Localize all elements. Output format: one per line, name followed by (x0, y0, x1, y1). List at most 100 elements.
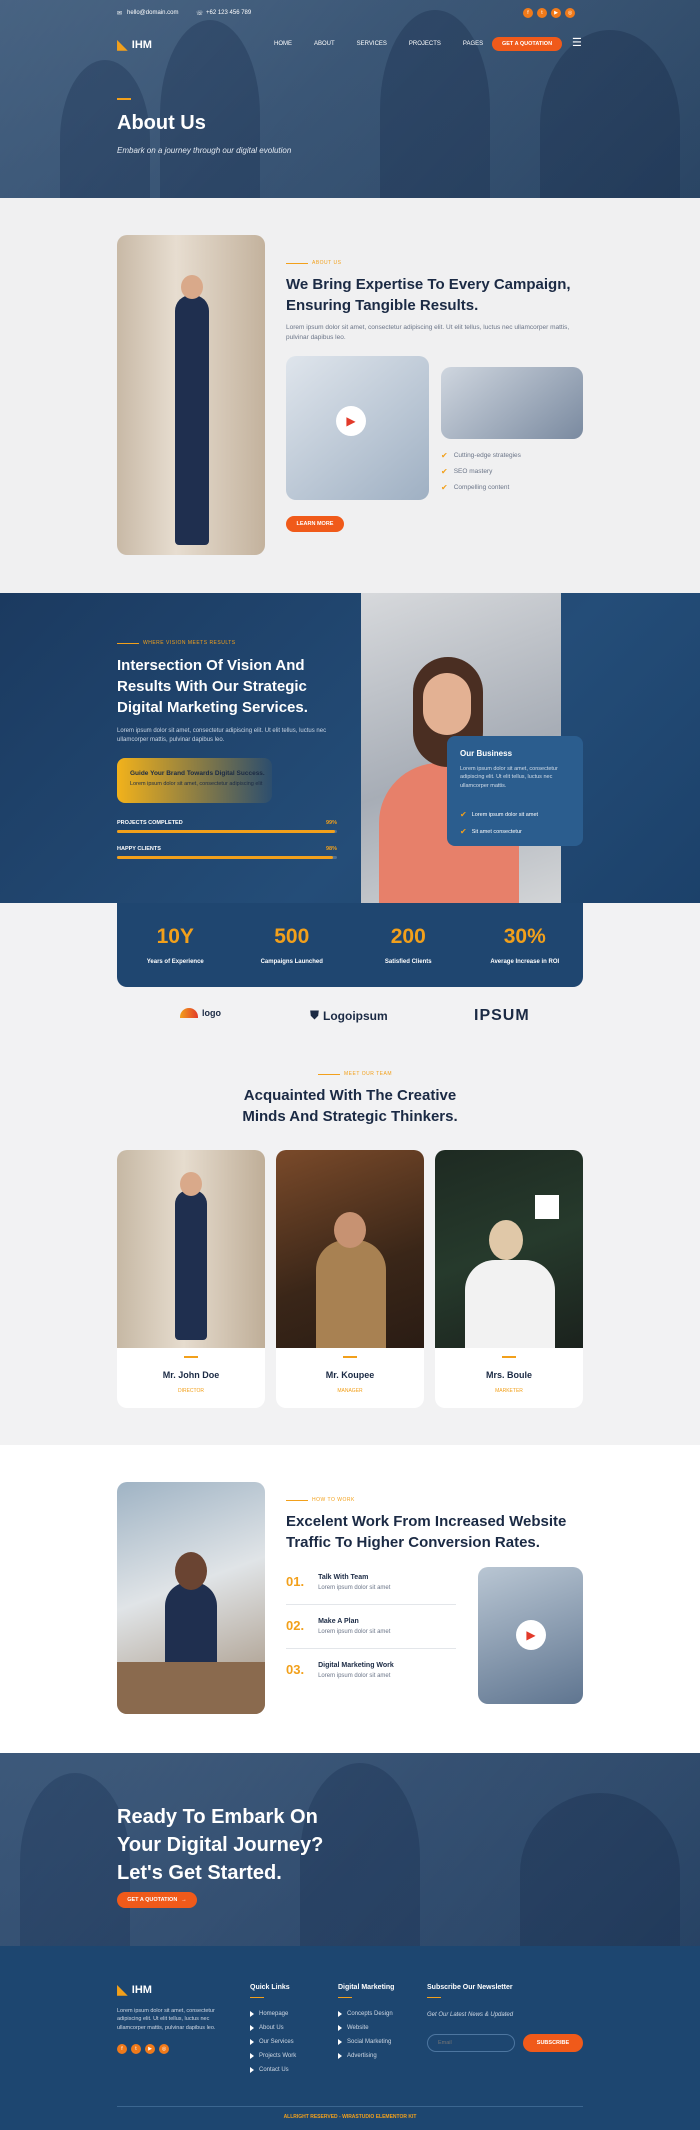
check-icon: ✔ (441, 451, 448, 460)
callout-title: Guide Your Brand Towards Digital Success… (130, 770, 265, 777)
work-step: 03. Digital Marketing Work Lorem ipsum do… (286, 1662, 394, 1679)
play-icon: ▶ (346, 414, 356, 428)
checklist-item: ✔ Cutting-edge strategies (441, 451, 521, 460)
play-icon: ▶ (526, 1628, 536, 1642)
quick-links: Homepage About Us Our Services Projects … (250, 2011, 296, 2073)
copyright: ALLRIGHT RESERVED - WIRASTUDIO ELEMENTOR… (283, 2114, 417, 2120)
video-play-button[interactable]: ▶ (516, 1620, 546, 1650)
footer-link[interactable]: Contact Us (250, 2067, 296, 2073)
progress-clients: HAPPY CLIENTS 98% (117, 846, 337, 859)
main-nav: HOME ABOUT SERVICES PROJECTS PAGES (274, 41, 483, 47)
twitter-icon[interactable]: t (537, 8, 547, 18)
youtube-icon[interactable]: ▶ (551, 8, 561, 18)
logo-text: IHM (131, 38, 152, 51)
stat-item: 500 Campaigns Launched (260, 925, 323, 965)
nav-pages[interactable]: PAGES (463, 41, 483, 47)
page-title: About Us (117, 112, 206, 134)
check-icon: ✔ (460, 827, 467, 836)
quick-links-title: Quick Links (250, 1984, 290, 1991)
team-photo (276, 1150, 424, 1348)
team-photo (435, 1150, 583, 1348)
team-card[interactable]: Mr. Koupee MANAGER (276, 1150, 424, 1408)
youtube-icon[interactable]: ▶ (145, 2044, 155, 2054)
shield-logo-icon: ⛊ (310, 1008, 320, 1022)
checklist-item: ✔ Compelling content (441, 483, 510, 492)
work-video-photo: ▶ (478, 1567, 583, 1704)
nav-about[interactable]: ABOUT (314, 41, 335, 47)
card-item: ✔ Lorem ipsum dolor sit amet (460, 810, 539, 819)
twitter-icon[interactable]: t (131, 2044, 141, 2054)
menu-icon[interactable]: ☰ (572, 36, 582, 49)
facebook-icon[interactable]: f (523, 8, 533, 18)
topbar-phone[interactable]: +62 123 456 789 (206, 10, 251, 16)
team-meeting-photo (441, 367, 583, 439)
caret-right-icon (250, 2067, 254, 2073)
cta-heading: Ready To Embark On Your Digital Journey?… (117, 1806, 324, 1884)
logo-mark-icon: ◣ (117, 36, 128, 52)
card-item: ✔ Sit amet consectetur (460, 827, 522, 836)
how-we-work-section: HOW TO WORK Excelent Work From Increased… (0, 1445, 700, 1753)
phone-icon: ☏ (196, 11, 204, 17)
caret-right-icon (250, 2053, 254, 2059)
footer-link[interactable]: Our Services (250, 2039, 296, 2045)
footer: ◣ IHM Lorem ipsum dolor sit amet, consec… (0, 1946, 700, 2130)
client-logo-3: IPSUM (474, 1007, 530, 1024)
get-quotation-button[interactable]: GET A QUOTATION (492, 37, 562, 51)
stat-item: 30% Average Increase in ROI (490, 925, 560, 965)
footer-link[interactable]: Concepts Design (338, 2011, 393, 2017)
newsletter-email-input[interactable] (427, 2034, 515, 2052)
learn-more-button[interactable]: LEARN MORE (286, 516, 344, 532)
team-card[interactable]: Mrs. Boule MARKETER (435, 1150, 583, 1408)
team-member-name: Mr. John Doe (162, 1370, 220, 1380)
nav-projects[interactable]: PROJECTS (409, 41, 441, 47)
check-icon: ✔ (460, 810, 467, 819)
footer-link[interactable]: About Us (250, 2025, 296, 2031)
about-checklist: ✔ Cutting-edge strategies ✔ SEO mastery ✔ C… (441, 451, 521, 492)
footer-link[interactable]: Advertising (338, 2053, 393, 2059)
footer-link[interactable]: Homepage (250, 2011, 296, 2017)
businesswoman-photo (117, 1482, 265, 1714)
footer-social: f t ▶ ◎ (117, 2044, 169, 2054)
work-kicker: HOW TO WORK (312, 1497, 355, 1503)
our-business-card: Our Business Lorem ipsum dolor sit amet,… (447, 736, 583, 846)
stat-item: 10Y Years of Experience (146, 925, 204, 965)
team-member-role: DIRECTOR (177, 1388, 205, 1394)
instagram-icon[interactable]: ◎ (565, 8, 575, 18)
cta-section: Ready To Embark On Your Digital Journey?… (0, 1753, 700, 1946)
callout-body: Lorem ipsum dolor sit amet, consectetur … (130, 781, 263, 787)
topbar-email[interactable]: hello@domain.com (127, 10, 178, 16)
caret-right-icon (250, 2025, 254, 2031)
footer-logo[interactable]: ◣ IHM (117, 1981, 152, 1998)
facebook-icon[interactable]: f (117, 2044, 127, 2054)
cta-quotation-button[interactable]: GET A QUOTATION → (117, 1892, 197, 1908)
team-photo (117, 1150, 265, 1348)
team-member-name: Mr. Koupee (325, 1370, 375, 1380)
instagram-icon[interactable]: ◎ (159, 2044, 169, 2054)
footer-link[interactable]: Website (338, 2025, 393, 2031)
office-desk-photo: ▶ (286, 356, 429, 500)
stat-item: 200 Satisfied Clients (384, 925, 432, 965)
businessman-photo (117, 235, 265, 555)
logo-mark-icon: ◣ (117, 1981, 128, 1997)
caret-right-icon (250, 2011, 254, 2017)
video-play-button[interactable]: ▶ (336, 406, 366, 436)
about-kicker: ABOUT US (312, 260, 342, 266)
team-heading: Acquainted With The Creative Minds And S… (242, 1087, 458, 1125)
checklist-item: ✔ SEO mastery (441, 467, 493, 476)
nav-services[interactable]: SERVICES (357, 41, 387, 47)
team-card[interactable]: Mr. John Doe DIRECTOR (117, 1150, 265, 1408)
nav-home[interactable]: HOME (274, 41, 292, 47)
team-member-name: Mrs. Boule (485, 1370, 532, 1380)
client-logo-1: logo (180, 1008, 221, 1018)
work-heading: Excelent Work From Increased Website Tra… (286, 1513, 567, 1551)
newsletter-title: Subscribe Our Newsletter (427, 1984, 513, 1991)
stats-bar: 10Y Years of Experience 500 Campaigns La… (117, 903, 583, 987)
subscribe-button[interactable]: SUBSCRIBE (523, 2034, 583, 2052)
card-title: Our Business (460, 749, 513, 758)
about-heading: We Bring Expertise To Every Campaign, En… (286, 276, 571, 314)
footer-link[interactable]: Social Marketing (338, 2039, 393, 2045)
brand-logo[interactable]: ◣ IHM (117, 36, 152, 53)
footer-link[interactable]: Projects Work (250, 2053, 296, 2059)
digital-marketing-title: Digital Marketing (338, 1984, 395, 1991)
work-steps: 01. Talk With Team Lorem ipsum dolor sit … (286, 1574, 456, 1679)
